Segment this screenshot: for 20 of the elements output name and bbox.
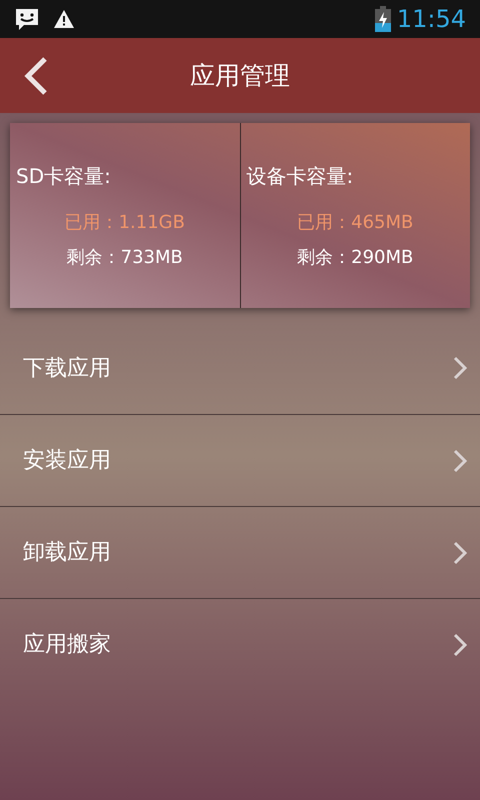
remaining-space: 剩余：290MB bbox=[297, 246, 414, 270]
chevron-right-icon bbox=[453, 356, 467, 380]
menu-item[interactable]: 安装应用 bbox=[0, 414, 480, 506]
used-space: 已用：1.11GB bbox=[64, 210, 185, 234]
storage-title: SD卡容量: bbox=[15, 162, 111, 190]
back-icon bbox=[23, 56, 49, 96]
chevron-right-icon bbox=[453, 448, 467, 472]
status-time: 11:54 bbox=[396, 7, 466, 31]
storage-title: 设备卡容量: bbox=[246, 162, 354, 190]
chevron-right-icon bbox=[453, 632, 467, 656]
remaining-space: 剩余：733MB bbox=[66, 246, 183, 270]
chevron-right-icon bbox=[453, 540, 467, 564]
page-title: 应用管理 bbox=[190, 60, 290, 92]
menu-item[interactable]: 应用搬家 bbox=[0, 598, 480, 690]
message-icon bbox=[14, 7, 40, 31]
battery-icon bbox=[374, 6, 391, 32]
menu-item[interactable]: 下载应用 bbox=[0, 322, 480, 414]
used-space: 已用：465MB bbox=[297, 210, 414, 234]
warning-icon bbox=[54, 10, 74, 28]
menu-item[interactable]: 卸载应用 bbox=[0, 506, 480, 598]
